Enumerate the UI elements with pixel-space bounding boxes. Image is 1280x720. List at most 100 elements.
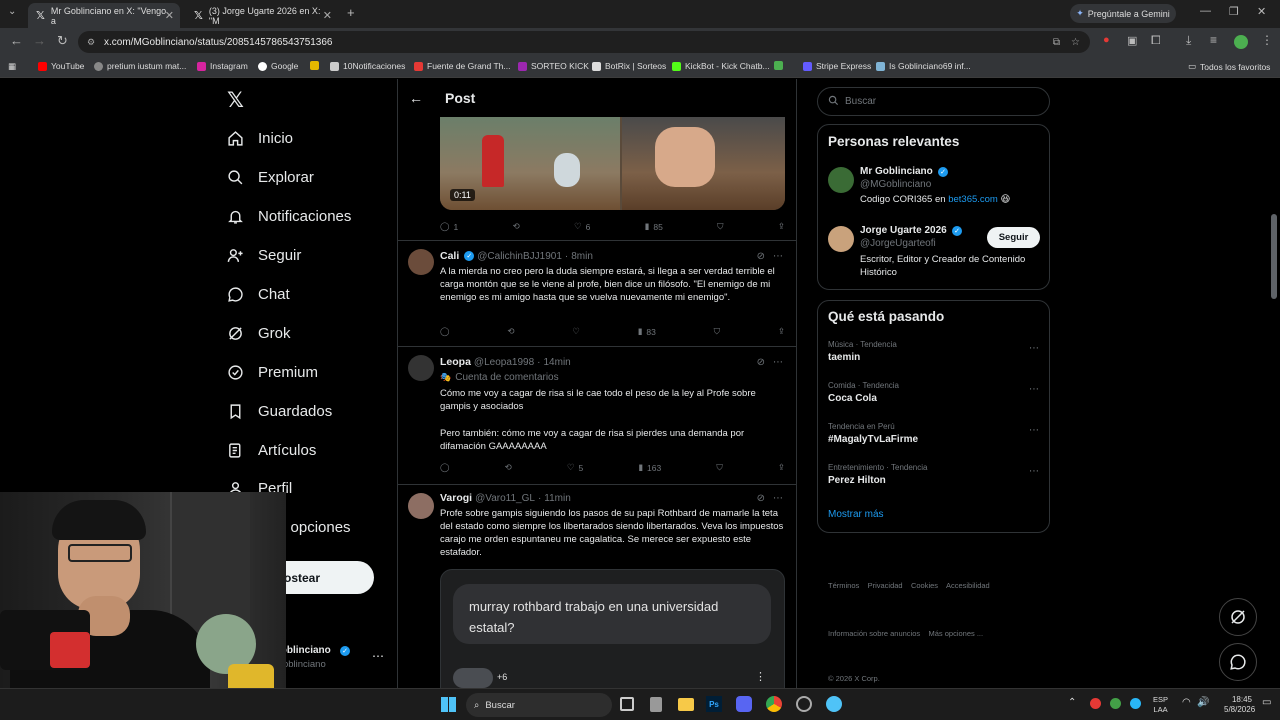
- back-icon[interactable]: ←: [10, 33, 23, 48]
- reply-tweet[interactable]: Leopa @Leopa1998 · 14min ⊘ ⋯ 🎭 Cuenta de…: [398, 347, 796, 485]
- bookmark-button[interactable]: ⛉: [716, 462, 722, 473]
- author-handle[interactable]: @Varo11_GL: [475, 493, 535, 504]
- author-handle[interactable]: @CalichinBJJ1901: [477, 251, 562, 262]
- scrollbar[interactable]: [1271, 214, 1277, 299]
- avatar[interactable]: [408, 355, 434, 381]
- follow-button[interactable]: Seguir: [987, 227, 1040, 248]
- timestamp[interactable]: 11min: [544, 493, 571, 504]
- show-more-link[interactable]: Mostrar más: [828, 509, 884, 520]
- tray-icon[interactable]: [1130, 698, 1141, 709]
- search-input[interactable]: Buscar: [817, 87, 1050, 116]
- bookmark-button[interactable]: ⛉: [714, 326, 720, 337]
- person-handle[interactable]: @JorgeUgarteofi: [860, 238, 936, 249]
- more-icon[interactable]: ⋯: [773, 357, 783, 368]
- footer-line[interactable]: Términos Privacidad Cookies Accesibilida…: [828, 578, 1050, 594]
- chrome-icon[interactable]: [766, 696, 782, 712]
- tab-inactive[interactable]: 𝕏 (3) Jorge Ugarte 2026 en X: "M ✕: [186, 3, 338, 28]
- chevron-up-icon[interactable]: ⌃: [1068, 697, 1076, 708]
- avatar[interactable]: [828, 226, 854, 252]
- nav-chat[interactable]: Chat: [227, 286, 290, 303]
- media-icon[interactable]: ≡: [1210, 33, 1217, 47]
- app-icon[interactable]: [650, 697, 662, 712]
- nav-articles[interactable]: Artículos: [227, 442, 316, 459]
- apps-icon[interactable]: ▦: [8, 61, 16, 72]
- bookmark-gta[interactable]: Fuente de Grand Th...: [414, 61, 510, 71]
- bookmark-instagram[interactable]: Instagram: [197, 61, 248, 71]
- like-button[interactable]: ♡ 5: [567, 462, 583, 473]
- photoshop-icon[interactable]: Ps: [706, 696, 722, 712]
- forward-icon[interactable]: →: [33, 33, 46, 48]
- timestamp[interactable]: 8min: [571, 251, 593, 262]
- more-vertical-icon[interactable]: ⋮: [755, 670, 766, 683]
- bookmark-kickbot[interactable]: KickBot - Kick Chatb...: [672, 61, 770, 71]
- notification-icon[interactable]: ▭: [1262, 697, 1271, 708]
- grok-icon[interactable]: ⊘: [757, 357, 765, 368]
- avatar[interactable]: [828, 167, 854, 193]
- close-window-icon[interactable]: ✕: [1257, 5, 1266, 18]
- reply-button[interactable]: ◯ 1: [440, 221, 458, 232]
- more-icon[interactable]: ⋯: [1029, 425, 1039, 436]
- maximize-icon[interactable]: ❐: [1229, 5, 1239, 18]
- language-indicator[interactable]: ESP LAA: [1153, 695, 1168, 715]
- site-info-icon[interactable]: ⚙: [87, 37, 95, 48]
- grok-icon[interactable]: ⊘: [757, 251, 765, 262]
- task-view-icon[interactable]: [620, 697, 634, 711]
- tray-icon[interactable]: [1110, 698, 1121, 709]
- file-explorer-icon[interactable]: [678, 698, 694, 711]
- bookmark-sorteo-kick[interactable]: SORTEO KICK: [518, 61, 589, 71]
- share-button[interactable]: ⇪: [778, 221, 785, 232]
- wifi-icon[interactable]: ◠: [1182, 697, 1191, 708]
- person-card[interactable]: Jorge Ugarte 2026 ✓ @JorgeUgarteofi Segu…: [828, 224, 1041, 284]
- nav-premium[interactable]: Premium: [227, 364, 318, 381]
- avatar[interactable]: [408, 249, 434, 275]
- avatar[interactable]: [408, 493, 434, 519]
- trend-item[interactable]: Comida · Tendencia Coca Cola ⋯: [828, 381, 1041, 413]
- grok-icon[interactable]: ⊘: [757, 493, 765, 504]
- extensions-puzzle-icon[interactable]: ⧠: [1151, 33, 1161, 48]
- extension-icon[interactable]: ●: [1103, 34, 1110, 46]
- person-handle[interactable]: @MGoblinciano: [860, 179, 931, 190]
- views-button[interactable]: ▮ 85: [645, 221, 663, 232]
- windows-start-icon[interactable]: [441, 697, 456, 712]
- author-name[interactable]: Cali: [440, 250, 459, 262]
- like-button[interactable]: ♡ 6: [574, 221, 590, 232]
- download-icon[interactable]: ⤓: [1186, 33, 1191, 48]
- profile-avatar[interactable]: [1234, 35, 1248, 49]
- reply-button[interactable]: ◯: [440, 326, 450, 337]
- taskbar-search[interactable]: ⌕ Buscar: [466, 693, 612, 717]
- repost-button[interactable]: ⟲: [513, 221, 520, 232]
- bookmark-pretium[interactable]: pretium iustum mat...: [94, 61, 186, 71]
- new-tab-icon[interactable]: +: [347, 5, 355, 20]
- nav-grok[interactable]: Grok: [227, 325, 291, 342]
- minimize-icon[interactable]: —: [1200, 5, 1211, 17]
- reload-icon[interactable]: ↻: [57, 33, 68, 49]
- volume-icon[interactable]: 🔊: [1197, 697, 1209, 708]
- address-bar[interactable]: ⚙ x.com/MGoblinciano/status/208514578654…: [78, 31, 1090, 53]
- chat-floating-button[interactable]: [1219, 643, 1257, 681]
- nav-explore[interactable]: Explorar: [227, 169, 314, 186]
- share-button[interactable]: ⇪: [778, 462, 785, 473]
- bookmark-youtube[interactable]: YouTube: [38, 61, 84, 71]
- like-button[interactable]: ♡: [572, 326, 580, 337]
- more-icon[interactable]: ⋯: [773, 493, 783, 504]
- trend-item[interactable]: Música · Tendencia taemin ⋯: [828, 340, 1041, 372]
- install-icon[interactable]: ⧉: [1053, 37, 1060, 48]
- author-name[interactable]: Leopa: [440, 356, 471, 368]
- person-name[interactable]: Jorge Ugarte 2026: [860, 225, 947, 236]
- extension-icon[interactable]: ▣: [1127, 34, 1137, 47]
- reply-tweet[interactable]: Varogi @Varo11_GL · 11min ⊘ ⋯ Profe sobr…: [398, 485, 796, 688]
- person-card[interactable]: Mr Goblinciano ✓ @MGoblinciano Codigo CO…: [828, 165, 1041, 213]
- menu-icon[interactable]: ⋮: [1261, 33, 1273, 47]
- app-icon[interactable]: [826, 696, 842, 712]
- repost-button[interactable]: ⟲: [505, 462, 512, 473]
- gemini-button[interactable]: ✦ Pregúntale a Gemini: [1070, 4, 1176, 23]
- bookmark-goblinciano[interactable]: Is Goblinciano69 inf...: [876, 61, 971, 71]
- bookmark-10notificaciones[interactable]: 10Notificaciones: [330, 61, 405, 71]
- close-icon[interactable]: ✕: [165, 9, 174, 22]
- nav-bookmarks[interactable]: Guardados: [227, 403, 332, 420]
- views-button[interactable]: ▮ 163: [638, 462, 661, 473]
- bookmark-number[interactable]: [774, 61, 783, 70]
- x-logo-icon[interactable]: 𝕏: [227, 88, 244, 113]
- more-icon[interactable]: ⋯: [1029, 466, 1039, 477]
- more-icon[interactable]: ⋯: [1029, 343, 1039, 354]
